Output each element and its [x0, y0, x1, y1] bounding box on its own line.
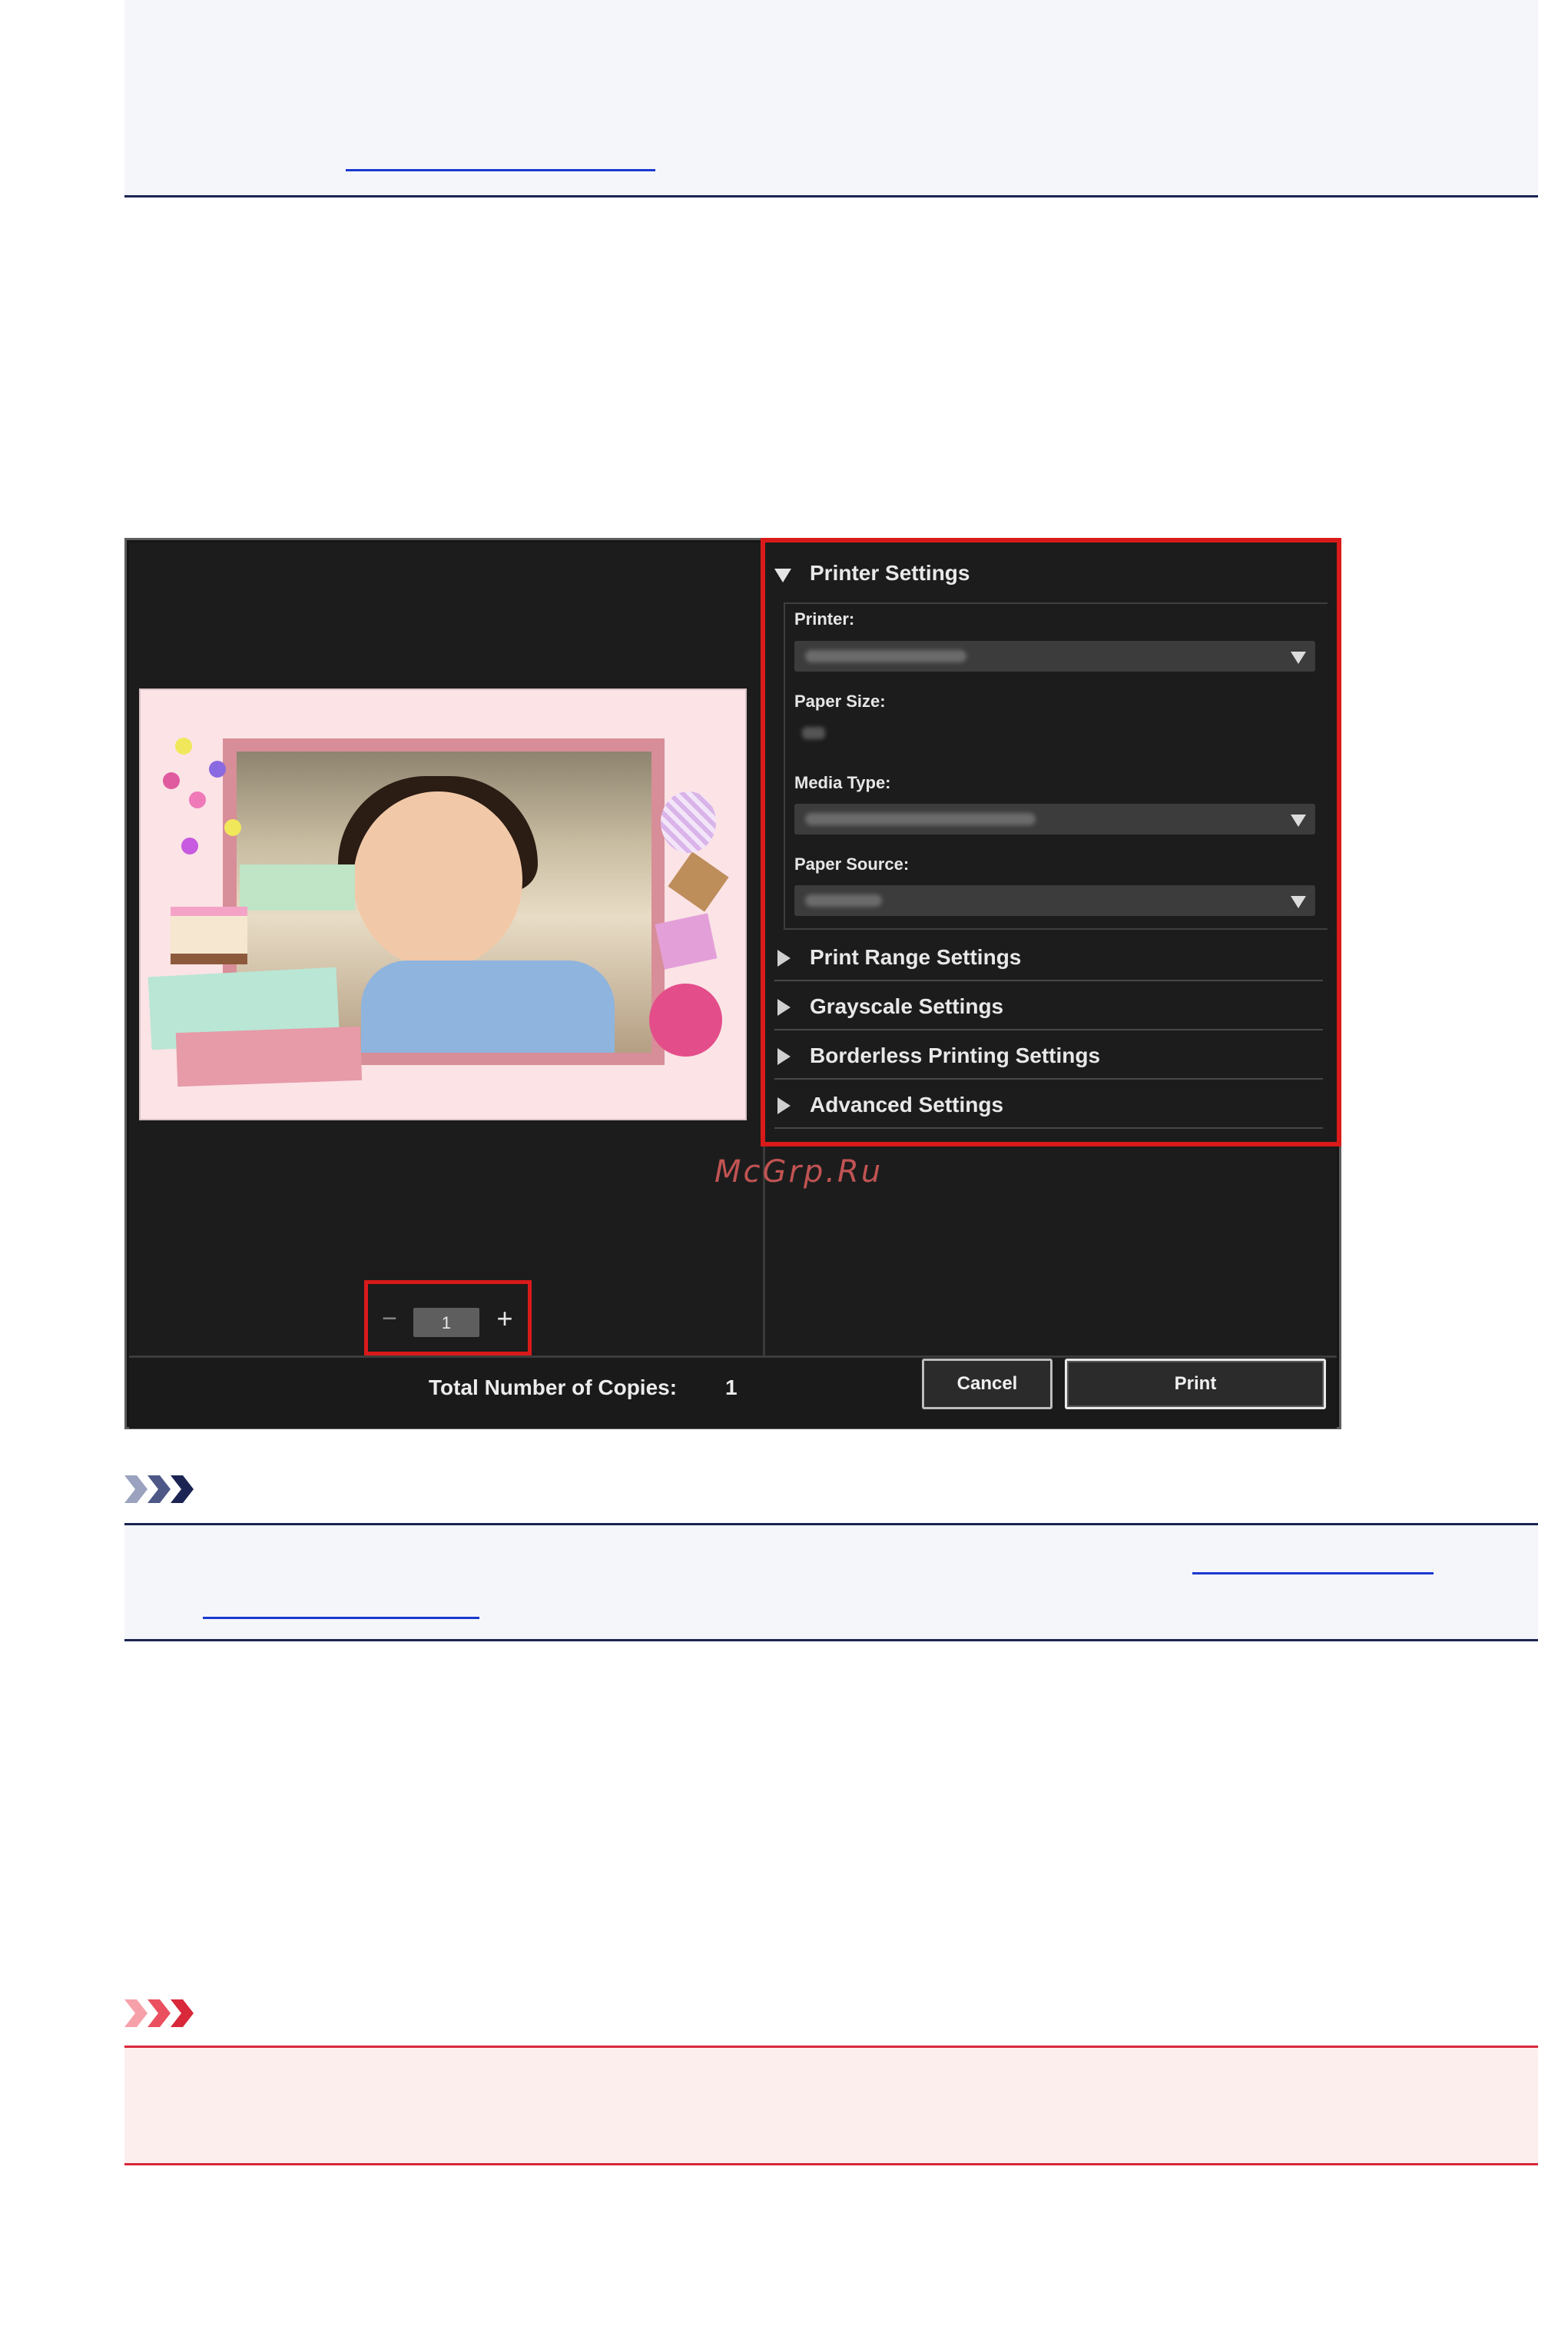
important-box	[124, 2048, 1538, 2165]
photo-subject-face	[353, 791, 522, 968]
decoration-flower	[181, 838, 198, 854]
note-link[interactable]	[203, 1617, 479, 1619]
top-note-link[interactable]	[346, 169, 655, 171]
note-chevrons-icon	[124, 1475, 194, 1503]
copies-decrement-button[interactable]: −	[380, 1303, 399, 1334]
decoration-flower	[163, 772, 180, 789]
decoration-cake	[171, 907, 247, 964]
decoration-sticker	[240, 864, 355, 911]
watermark: McGrp.Ru	[714, 1154, 883, 1190]
settings-highlight	[761, 538, 1341, 1146]
copies-input[interactable]: 1	[413, 1308, 479, 1337]
decoration-flower	[189, 791, 206, 808]
decoration-flower	[224, 819, 241, 836]
top-note-box	[124, 0, 1538, 197]
photo-subject-shirt	[361, 961, 615, 1053]
decoration-flower	[209, 761, 226, 778]
total-copies-value: 1	[725, 1375, 738, 1399]
decoration-bouquet	[649, 984, 722, 1057]
note-link[interactable]	[1192, 1572, 1434, 1574]
decoration-tape	[175, 1026, 363, 1087]
copies-increment-button[interactable]: +	[492, 1303, 518, 1334]
cancel-button[interactable]: Cancel	[922, 1359, 1053, 1409]
decoration-flower	[175, 738, 192, 755]
decoration-sticker	[661, 791, 716, 853]
note-box	[124, 1525, 1538, 1641]
important-chevrons-icon	[124, 1999, 194, 2027]
total-copies-label: Total Number of Copies:	[429, 1375, 678, 1399]
print-button[interactable]: Print	[1065, 1359, 1326, 1409]
